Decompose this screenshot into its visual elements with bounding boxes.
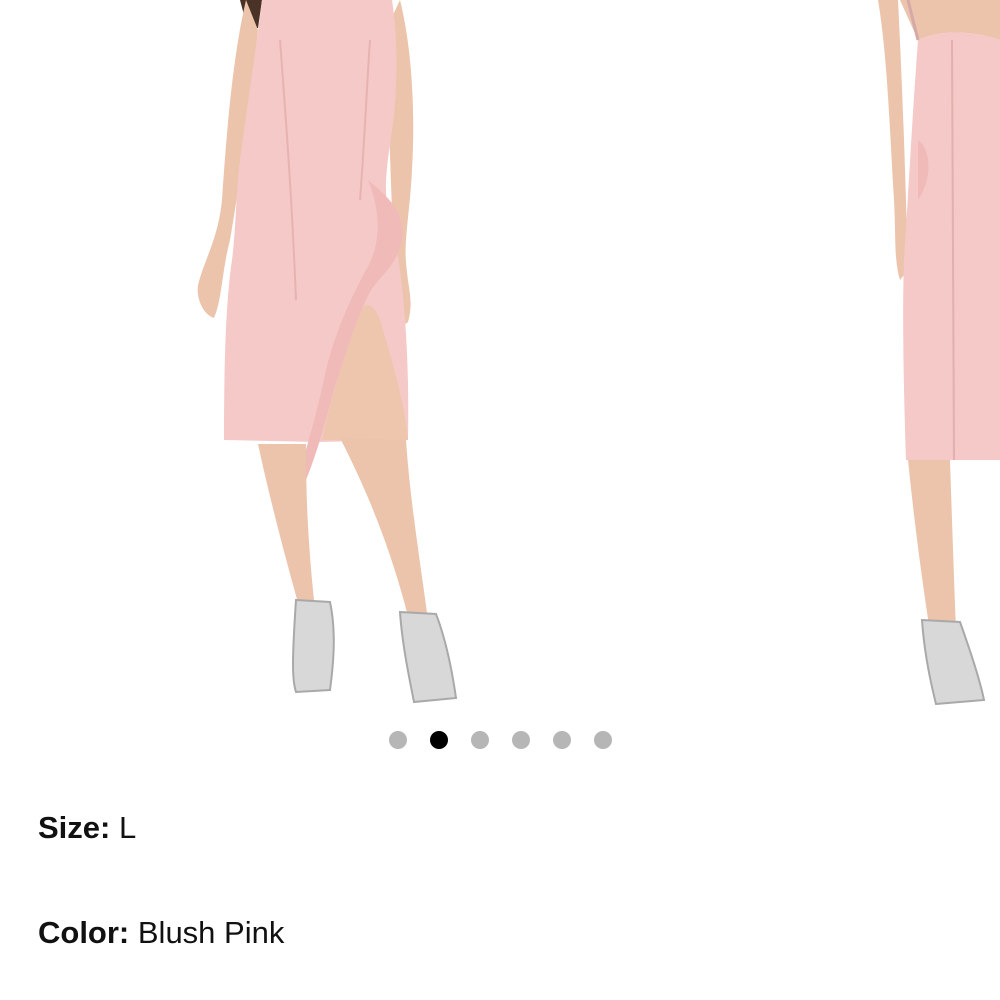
size-value: L [118, 810, 137, 845]
color-attribute: Color: Blush Pink [38, 915, 284, 951]
size-label: Size: [38, 810, 119, 845]
carousel-dot-4[interactable] [511, 731, 530, 749]
carousel-dot-3[interactable] [470, 731, 489, 749]
carousel-pagination [0, 731, 1000, 749]
carousel-dot-2-active[interactable] [429, 731, 448, 749]
product-image-carousel[interactable] [0, 0, 1000, 705]
carousel-dot-1[interactable] [388, 731, 407, 749]
carousel-dot-6[interactable] [593, 731, 612, 749]
color-value: Blush Pink [137, 915, 285, 950]
product-image-front[interactable] [0, 0, 640, 705]
product-image-back[interactable] [860, 0, 1000, 705]
size-attribute: Size: L [38, 810, 136, 846]
color-label: Color: [38, 915, 138, 950]
carousel-dot-5[interactable] [552, 731, 571, 749]
